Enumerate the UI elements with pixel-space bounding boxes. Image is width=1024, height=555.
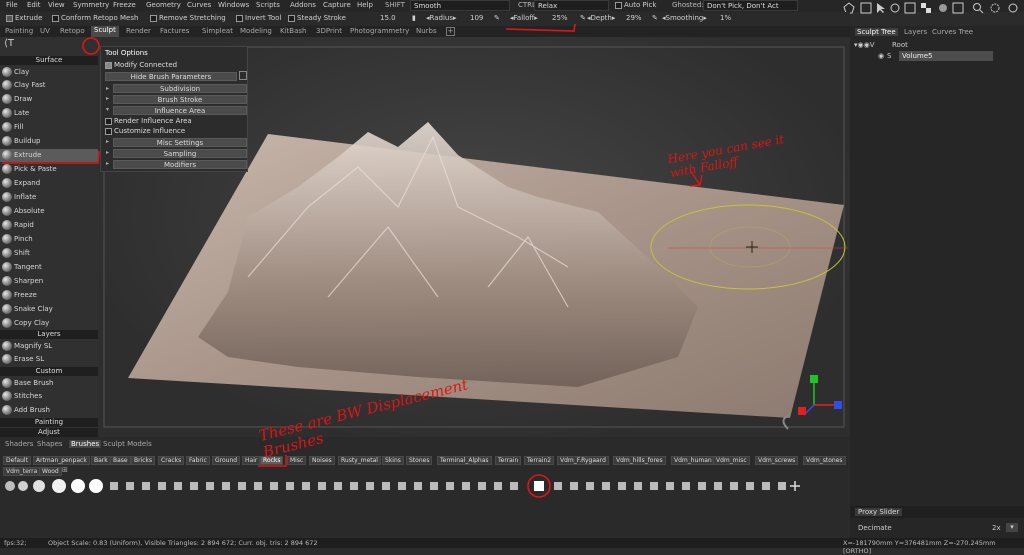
tool-options-circle-annotation <box>82 37 100 55</box>
status-bar: fps:32; Object Scale: 0.83 (Uniform), Vi… <box>0 538 1024 555</box>
cursor-coordinates: X=-181790mm Y=376481mm Z=-270.245mm [ORT… <box>843 539 996 555</box>
annotation-overlay <box>2 23 703 498</box>
fps-readout: fps:32; <box>4 539 27 547</box>
falloff-underline-annotation <box>505 23 576 32</box>
extrude-highlight-annotation <box>2 150 100 164</box>
object-info: Object Scale: 0.83 (Uniform), Visible Tr… <box>48 539 318 547</box>
brush-thumbnail-circle-annotation <box>527 474 551 498</box>
